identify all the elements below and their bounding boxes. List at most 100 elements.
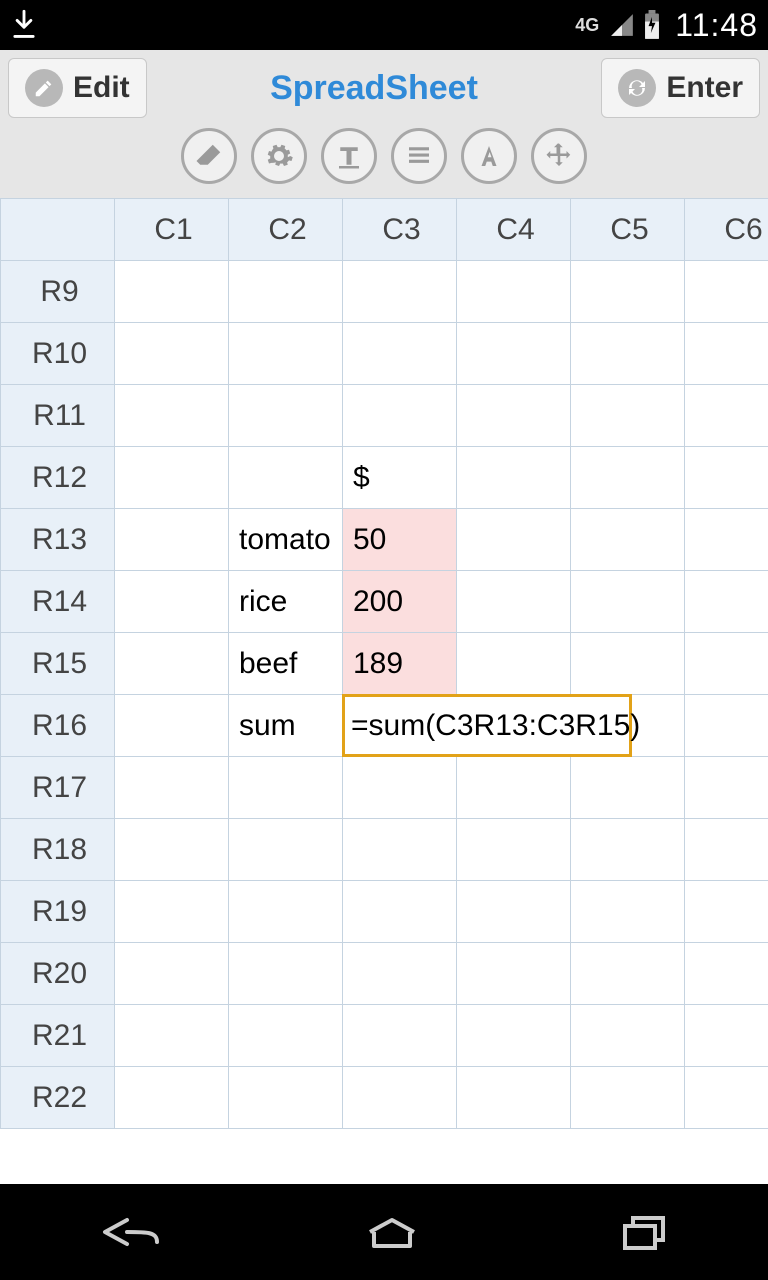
back-button[interactable] bbox=[97, 1212, 167, 1252]
spreadsheet-grid[interactable]: C1C2C3C4C5C6R9R10R11R12$R13tomato50R14ri… bbox=[0, 198, 768, 1184]
cell[interactable] bbox=[115, 1067, 229, 1129]
cell[interactable] bbox=[343, 323, 457, 385]
row-header[interactable]: R21 bbox=[1, 1005, 115, 1067]
font-icon[interactable] bbox=[461, 128, 517, 184]
cell[interactable] bbox=[343, 819, 457, 881]
cell[interactable] bbox=[571, 509, 685, 571]
cell[interactable] bbox=[115, 633, 229, 695]
row-header[interactable]: R17 bbox=[1, 757, 115, 819]
cell[interactable]: rice bbox=[229, 571, 343, 633]
cell[interactable] bbox=[685, 571, 768, 633]
cell[interactable] bbox=[115, 571, 229, 633]
row-header[interactable]: R18 bbox=[1, 819, 115, 881]
cell[interactable] bbox=[457, 757, 571, 819]
cell[interactable] bbox=[229, 1005, 343, 1067]
cell[interactable] bbox=[685, 385, 768, 447]
cell[interactable] bbox=[571, 633, 685, 695]
cell[interactable] bbox=[343, 385, 457, 447]
enter-button[interactable]: Enter bbox=[601, 58, 760, 118]
cell[interactable] bbox=[115, 819, 229, 881]
cell[interactable] bbox=[685, 757, 768, 819]
edit-button[interactable]: Edit bbox=[8, 58, 147, 118]
cell[interactable] bbox=[457, 1005, 571, 1067]
cell[interactable] bbox=[229, 261, 343, 323]
cell[interactable] bbox=[115, 509, 229, 571]
cell[interactable] bbox=[571, 819, 685, 881]
cell[interactable] bbox=[685, 819, 768, 881]
cell[interactable] bbox=[685, 447, 768, 509]
cell[interactable] bbox=[571, 385, 685, 447]
row-header[interactable]: R12 bbox=[1, 447, 115, 509]
cell[interactable] bbox=[343, 943, 457, 1005]
column-header[interactable]: C3 bbox=[343, 199, 457, 261]
cell[interactable]: 50 bbox=[343, 509, 457, 571]
cell[interactable] bbox=[685, 323, 768, 385]
cell[interactable] bbox=[457, 509, 571, 571]
cell[interactable] bbox=[229, 385, 343, 447]
cell[interactable] bbox=[229, 1067, 343, 1129]
cell[interactable]: tomato bbox=[229, 509, 343, 571]
cell[interactable] bbox=[685, 881, 768, 943]
cell[interactable] bbox=[571, 323, 685, 385]
row-header[interactable]: R22 bbox=[1, 1067, 115, 1129]
column-header[interactable]: C1 bbox=[115, 199, 229, 261]
row-header[interactable]: R15 bbox=[1, 633, 115, 695]
column-header[interactable]: C4 bbox=[457, 199, 571, 261]
cell[interactable] bbox=[457, 881, 571, 943]
cell[interactable] bbox=[571, 571, 685, 633]
cell[interactable] bbox=[457, 943, 571, 1005]
cell[interactable] bbox=[571, 943, 685, 1005]
cell[interactable] bbox=[229, 447, 343, 509]
eraser-tool-icon[interactable] bbox=[181, 128, 237, 184]
row-header[interactable]: R10 bbox=[1, 323, 115, 385]
cell[interactable] bbox=[571, 261, 685, 323]
cell[interactable] bbox=[685, 633, 768, 695]
cell[interactable] bbox=[685, 509, 768, 571]
cell[interactable] bbox=[457, 571, 571, 633]
corner-cell[interactable] bbox=[1, 199, 115, 261]
cell[interactable] bbox=[229, 757, 343, 819]
row-header[interactable]: R16 bbox=[1, 695, 115, 757]
cell[interactable] bbox=[457, 447, 571, 509]
cell[interactable] bbox=[685, 1005, 768, 1067]
row-header[interactable]: R20 bbox=[1, 943, 115, 1005]
cell[interactable] bbox=[115, 447, 229, 509]
cell[interactable] bbox=[571, 1005, 685, 1067]
cell[interactable] bbox=[457, 261, 571, 323]
cell[interactable] bbox=[685, 261, 768, 323]
recent-apps-button[interactable] bbox=[617, 1212, 671, 1252]
cell[interactable] bbox=[343, 1067, 457, 1129]
cell[interactable] bbox=[685, 943, 768, 1005]
cell[interactable]: 189 bbox=[343, 633, 457, 695]
column-header[interactable]: C5 bbox=[571, 199, 685, 261]
cell[interactable] bbox=[115, 261, 229, 323]
row-header[interactable]: R14 bbox=[1, 571, 115, 633]
row-header[interactable]: R9 bbox=[1, 261, 115, 323]
active-cell-editor[interactable]: =sum(C3R13:C3R15) bbox=[342, 694, 632, 757]
cell[interactable] bbox=[229, 943, 343, 1005]
justify-icon[interactable] bbox=[391, 128, 447, 184]
cell[interactable] bbox=[115, 757, 229, 819]
cell[interactable] bbox=[343, 261, 457, 323]
cell[interactable] bbox=[229, 323, 343, 385]
cell[interactable] bbox=[115, 323, 229, 385]
cell[interactable] bbox=[457, 1067, 571, 1129]
row-header[interactable]: R19 bbox=[1, 881, 115, 943]
cell[interactable] bbox=[571, 1067, 685, 1129]
cell[interactable]: beef bbox=[229, 633, 343, 695]
cell[interactable] bbox=[229, 819, 343, 881]
cell[interactable] bbox=[457, 323, 571, 385]
cell[interactable] bbox=[343, 1005, 457, 1067]
cell[interactable] bbox=[457, 819, 571, 881]
cell[interactable] bbox=[343, 757, 457, 819]
row-header[interactable]: R13 bbox=[1, 509, 115, 571]
cell[interactable] bbox=[457, 385, 571, 447]
cell[interactable]: sum bbox=[229, 695, 343, 757]
cell[interactable]: 200 bbox=[343, 571, 457, 633]
cell[interactable] bbox=[685, 1067, 768, 1129]
cell[interactable]: $ bbox=[343, 447, 457, 509]
text-style-icon[interactable] bbox=[321, 128, 377, 184]
row-header[interactable]: R11 bbox=[1, 385, 115, 447]
cell[interactable] bbox=[115, 943, 229, 1005]
cell[interactable] bbox=[115, 385, 229, 447]
